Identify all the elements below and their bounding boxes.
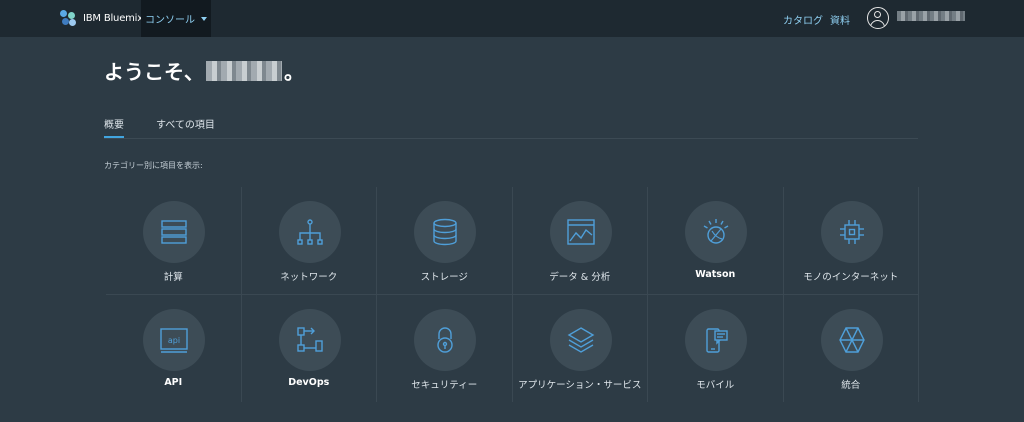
padlock-icon [437,326,453,353]
welcome-prefix: ようこそ、 [104,60,204,84]
category-api[interactable]: api API [106,294,242,402]
tab-all-items[interactable]: すべての項目 [156,116,215,131]
network-icon [296,219,323,245]
welcome-heading: ようこそ、 。 [104,56,304,85]
chip-icon [839,220,864,244]
category-label: アプリケーション・サービス [518,379,642,391]
mobile-icon [706,327,728,353]
user-avatar-icon[interactable] [867,7,889,29]
layers-icon [567,326,594,353]
category-devops[interactable]: DevOps [242,294,377,402]
category-storage[interactable]: ストレージ [377,187,513,295]
username-redacted[interactable] [897,11,965,21]
category-compute[interactable]: 計算 [106,187,242,295]
category-label: モノのインターネット [803,272,899,283]
category-label: 統合 [841,379,861,391]
watson-icon [703,219,729,244]
tab-bar: 概要 すべての項目 [104,113,918,139]
category-label: モバイル [696,379,735,391]
analytics-chart-icon [566,219,595,245]
category-mobile[interactable]: モバイル [648,294,784,402]
category-security[interactable]: セキュリティー [377,294,513,402]
category-label: API [164,376,183,388]
brand-name: IBM Bluemix [83,12,143,24]
svg-text:api: api [168,336,180,345]
category-watson[interactable]: Watson [648,187,784,295]
category-label: ネットワーク [280,272,338,283]
tab-overview[interactable]: 概要 [104,116,124,138]
api-icon: api [160,327,188,353]
category-label: ストレージ [420,272,468,283]
category-data-analytics[interactable]: データ & 分析 [512,187,648,295]
server-stack-icon [161,220,187,244]
category-integration[interactable]: 統合 [784,294,919,402]
docs-link[interactable]: 資料 [830,12,850,27]
category-app-services[interactable]: アプリケーション・サービス [513,294,648,402]
chevron-down-icon [201,16,207,21]
category-label: データ & 分析 [549,272,611,283]
bluemix-logo-icon [60,10,76,26]
integration-icon [838,326,865,353]
database-icon [433,218,457,246]
category-label: Watson [695,269,736,280]
devops-icon [296,326,323,352]
category-caption: カテゴリー別に項目を表示: [104,161,203,170]
welcome-suffix: 。 [284,60,304,84]
user-name-redacted [206,60,282,81]
brand-logo[interactable]: IBM Bluemix [60,10,143,26]
category-label: DevOps [288,376,330,388]
category-label: 計算 [163,272,183,283]
console-label: コンソール [145,15,195,26]
category-iot[interactable]: モノのインターネット [783,187,919,295]
category-network[interactable]: ネットワーク [241,187,377,295]
top-navigation-bar: IBM Bluemix コンソール カタログ 資料 [0,0,1024,37]
category-grid: 計算 ネットワーク ストレージ データ & 分析 Watson モノのインターネ… [106,187,919,402]
category-label: セキュリティー [411,379,478,391]
catalog-link[interactable]: カタログ [783,12,823,27]
console-menu-button[interactable]: コンソール [141,0,211,37]
